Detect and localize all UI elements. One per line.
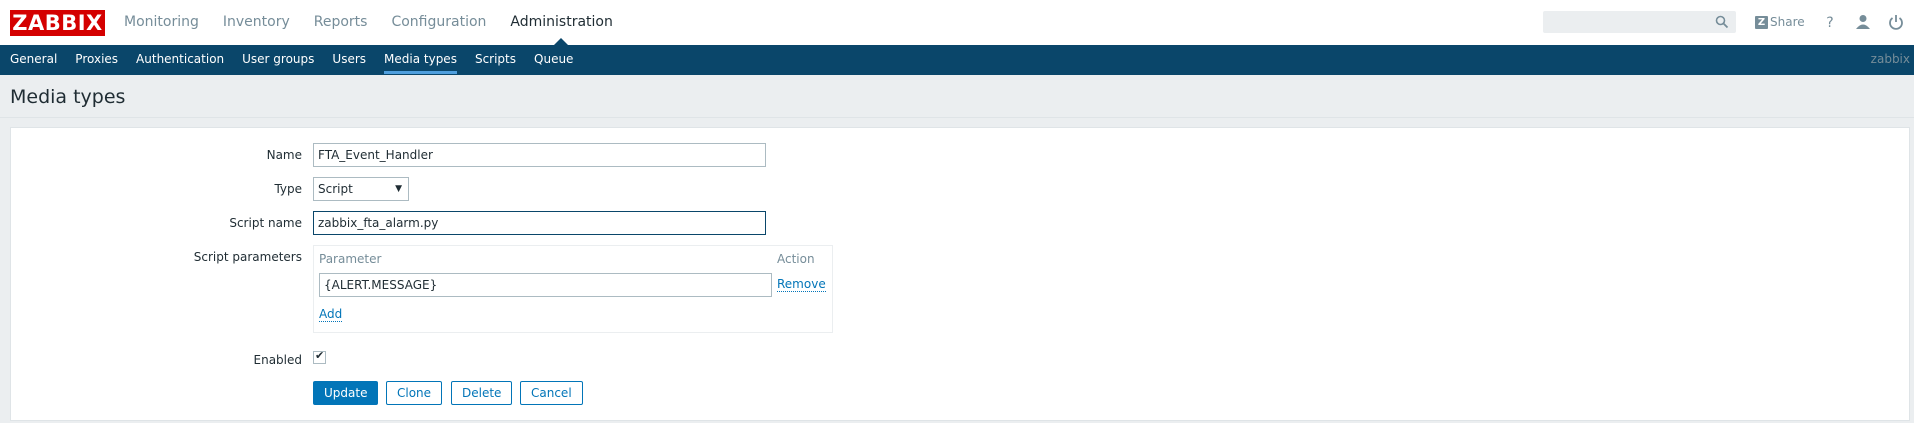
share-link[interactable]: Z Share <box>1755 14 1805 30</box>
name-field[interactable] <box>313 143 766 167</box>
delete-button[interactable]: Delete <box>451 381 513 405</box>
parameter-field[interactable] <box>319 273 772 297</box>
top-header: ZABBIX Monitoring Inventory Reports Conf… <box>0 0 1914 45</box>
subnav-scripts[interactable]: Scripts <box>475 45 516 75</box>
subnav-queue[interactable]: Queue <box>534 45 573 75</box>
type-label: Type <box>274 182 302 196</box>
clone-button[interactable]: Clone <box>386 381 443 405</box>
nav-inventory[interactable]: Inventory <box>223 0 302 45</box>
search-input[interactable] <box>1544 12 1714 32</box>
zabbix-share-icon: Z <box>1755 15 1768 29</box>
subnav-user-groups[interactable]: User groups <box>242 45 314 75</box>
script-parameters-label: Script parameters <box>193 250 302 264</box>
enabled-label: Enabled <box>253 353 303 367</box>
type-select[interactable]: Script ▼ <box>313 177 409 201</box>
svg-text:?: ? <box>1826 15 1833 31</box>
help-icon[interactable]: ? <box>1820 12 1840 32</box>
checkmark-icon: ✔ <box>315 349 325 362</box>
add-parameter-link[interactable]: Add <box>319 307 343 322</box>
subnav-users[interactable]: Users <box>332 45 366 75</box>
subnav-proxies[interactable]: Proxies <box>75 45 118 75</box>
media-type-form <box>10 127 1910 421</box>
user-profile-icon[interactable] <box>1853 12 1873 32</box>
cancel-button[interactable]: Cancel <box>520 381 583 405</box>
search-box <box>1543 11 1736 33</box>
zabbix-logo[interactable]: ZABBIX <box>10 10 105 36</box>
type-select-value: Script <box>318 182 353 196</box>
name-label: Name <box>266 148 302 162</box>
subnav-general[interactable]: General <box>10 45 57 75</box>
header-divider <box>0 117 1914 118</box>
remove-parameter-link[interactable]: Remove <box>777 277 826 292</box>
update-button[interactable]: Update <box>313 381 379 405</box>
nav-administration[interactable]: Administration <box>510 0 624 45</box>
server-name: zabbix <box>1870 52 1910 66</box>
dropdown-arrow-icon: ▼ <box>395 184 402 194</box>
action-column-header: Action <box>777 252 815 266</box>
subnav-media-types[interactable]: Media types <box>384 45 457 75</box>
sub-navigation-bar: General Proxies Authentication User grou… <box>0 45 1914 75</box>
script-parameters-table: Parameter Action Remove Add <box>313 245 833 333</box>
nav-monitoring[interactable]: Monitoring <box>124 0 211 45</box>
page-title: Media types <box>10 86 126 108</box>
nav-configuration[interactable]: Configuration <box>391 0 498 45</box>
sub-navigation: General Proxies Authentication User grou… <box>10 45 591 75</box>
subnav-authentication[interactable]: Authentication <box>136 45 224 75</box>
sign-out-icon[interactable] <box>1886 12 1906 32</box>
search-icon[interactable] <box>1715 15 1729 29</box>
nav-reports[interactable]: Reports <box>314 0 380 45</box>
main-navigation: Monitoring Inventory Reports Configurati… <box>124 0 637 45</box>
script-name-label: Script name <box>229 216 302 230</box>
share-label: Share <box>1770 15 1805 29</box>
enabled-checkbox[interactable]: ✔ <box>313 349 326 364</box>
parameter-column-header: Parameter <box>319 252 382 266</box>
script-name-field[interactable] <box>313 211 766 235</box>
